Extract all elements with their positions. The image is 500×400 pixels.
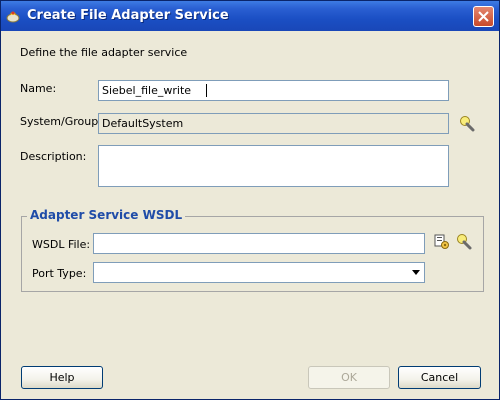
wsdl-file-label: WSDL File: [32,238,91,251]
description-field[interactable] [98,145,449,187]
name-value: Siebel_file_write [102,84,192,97]
close-icon [478,11,489,22]
cancel-button[interactable]: Cancel [398,366,481,389]
flashlight-browse-icon[interactable] [456,233,474,251]
create-file-adapter-dialog: Create File Adapter Service Define the f… [0,0,500,400]
name-field[interactable]: Siebel_file_write [98,80,449,101]
flashlight-browse-icon[interactable] [459,115,477,133]
port-type-label: Port Type: [32,267,87,280]
help-button[interactable]: Help [21,366,103,389]
description-label: Description: [20,150,87,163]
port-type-select[interactable] [93,262,425,283]
title-bar[interactable]: Create File Adapter Service [1,1,499,31]
close-button[interactable] [473,6,494,27]
text-cursor [206,84,207,97]
service-explorer-icon[interactable] [433,233,451,251]
system-group-value: DefaultSystem [102,117,184,130]
system-group-field: DefaultSystem [98,113,449,134]
chevron-down-icon [412,270,420,275]
name-label: Name: [20,82,57,95]
ok-button[interactable]: OK [308,366,390,389]
intro-text: Define the file adapter service [20,46,188,59]
system-group-label: System/Group: [20,115,102,128]
oracle-app-icon [6,11,20,23]
window-title: Create File Adapter Service [27,8,229,23]
wsdl-file-field[interactable] [93,233,425,254]
adapter-service-wsdl-title: Adapter Service WSDL [27,208,186,222]
